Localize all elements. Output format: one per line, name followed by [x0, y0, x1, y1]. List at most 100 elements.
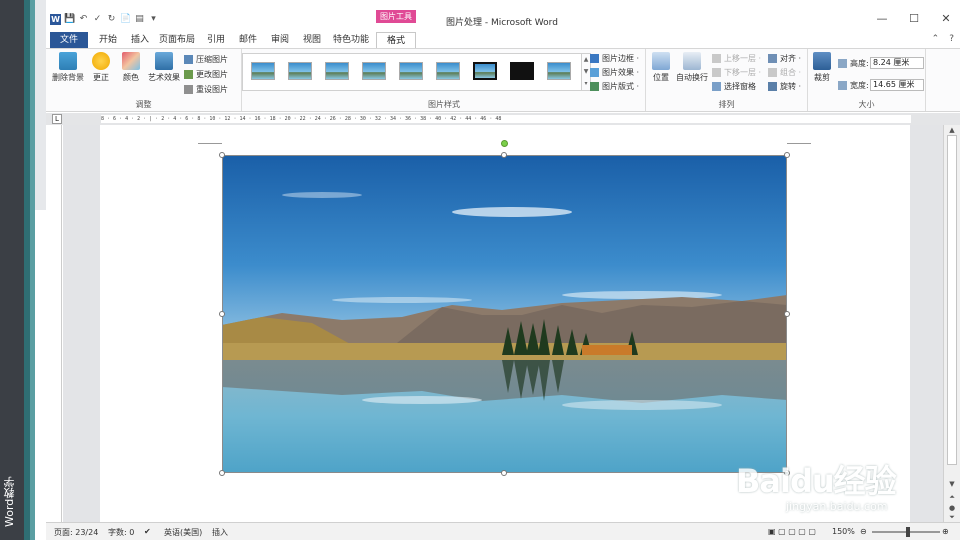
resize-handle-bottom-left[interactable]	[219, 470, 225, 476]
tab-special-features[interactable]: 特色功能	[330, 32, 372, 48]
height-field[interactable]: 8.24 厘米	[870, 57, 924, 69]
group-objects-button[interactable]: 组合 ·	[768, 67, 801, 78]
picture-effects-button[interactable]: 图片效果 ·	[590, 67, 639, 78]
tab-format[interactable]: 格式	[376, 32, 416, 48]
scroll-thumb[interactable]	[947, 135, 957, 465]
tab-insert[interactable]: 插入	[126, 32, 154, 48]
new-document-icon[interactable]: 📄	[120, 14, 131, 25]
picture-layout-icon	[590, 82, 599, 91]
style-thumbnail[interactable]	[251, 62, 275, 80]
tab-review[interactable]: 审阅	[266, 32, 294, 48]
resize-handle-top-right[interactable]	[784, 152, 790, 158]
save-icon[interactable]: 💾	[64, 14, 75, 25]
margin-mark	[198, 143, 222, 144]
vertical-scrollbar[interactable]: ▲ ▼ ⏶ ● ⏷	[943, 125, 960, 522]
style-thumbnail[interactable]	[547, 62, 571, 80]
word-count[interactable]: 字数: 0	[108, 527, 134, 538]
bring-forward-button[interactable]: 上移一层 ·	[712, 53, 761, 64]
send-backward-icon	[712, 68, 721, 77]
undo-icon[interactable]: ↶	[78, 14, 89, 25]
zoom-in-icon[interactable]: ⊕	[942, 527, 949, 536]
maximize-icon[interactable]: ☐	[906, 12, 922, 26]
rotate-button[interactable]: 旋转 ·	[768, 81, 801, 92]
position-icon	[652, 52, 670, 70]
tab-view[interactable]: 视图	[298, 32, 326, 48]
baidu-watermark-url: jingyan.baidu.com	[786, 500, 888, 513]
style-thumbnail[interactable]	[473, 62, 497, 80]
minimize-icon[interactable]: —	[874, 12, 890, 26]
compress-pictures-button[interactable]: 压缩图片	[184, 54, 228, 65]
color-button[interactable]: 颜色	[116, 52, 146, 83]
tab-file[interactable]: 文件	[50, 32, 88, 48]
insert-mode[interactable]: 插入	[212, 527, 228, 538]
rotate-handle[interactable]	[501, 140, 508, 147]
page-indicator[interactable]: 页面: 23/24	[54, 527, 98, 538]
previous-page-icon[interactable]: ⏶	[947, 493, 957, 502]
change-picture-button[interactable]: 更改图片	[184, 69, 228, 80]
proofing-icon[interactable]: ✔	[144, 527, 151, 536]
word-app-icon[interactable]: W	[50, 14, 61, 25]
style-thumbnail[interactable]	[510, 62, 534, 80]
style-thumbnail[interactable]	[399, 62, 423, 80]
remove-background-button[interactable]: 删除背景	[50, 52, 86, 83]
tab-references[interactable]: 引用	[202, 32, 230, 48]
status-bar: 页面: 23/24 字数: 0 ✔ 英语(美国) 插入 ▣ ▢ ▢ ▢ ▢ 15…	[46, 522, 960, 540]
tab-home[interactable]: 开始	[94, 32, 122, 48]
selection-pane-button[interactable]: 选择窗格	[712, 81, 756, 92]
artistic-effects-button[interactable]: 艺术效果	[146, 52, 182, 83]
crop-button[interactable]: 裁剪	[810, 52, 834, 83]
resize-handle-right[interactable]	[784, 311, 790, 317]
wrap-text-button[interactable]: 自动换行	[674, 52, 710, 83]
sidebar-label: Word教学	[3, 476, 16, 528]
zoom-slider-knob[interactable]	[906, 527, 910, 537]
language-indicator[interactable]: 英语(美国)	[164, 527, 202, 538]
send-backward-button[interactable]: 下移一层 ·	[712, 67, 761, 78]
picture-effects-icon	[590, 68, 599, 77]
align-icon	[768, 54, 777, 63]
style-thumbnail[interactable]	[436, 62, 460, 80]
corrections-button[interactable]: 更正	[86, 52, 116, 83]
browse-object-icon[interactable]: ●	[947, 504, 957, 512]
view-buttons[interactable]: ▣ ▢ ▢ ▢ ▢	[768, 527, 816, 536]
picture-tools-context-label: 图片工具	[376, 10, 416, 23]
color-icon	[122, 52, 140, 70]
zoom-out-icon[interactable]: ⊖	[860, 527, 867, 536]
collapse-ribbon-icon[interactable]: ⌃	[932, 34, 940, 44]
group-size: 裁剪 高度: 8.24 厘米 宽度: 14.65 厘米 大小	[808, 49, 926, 111]
ruler-scale: 8 · 6 · 4 · 2 · | · 2 · 4 · 6 · 8 · 10 ·…	[101, 115, 911, 123]
ribbon: 删除背景 更正 颜色 艺术效果 压缩图片 更改图片 重设图片 调整 ▲ ▼ ▾ …	[46, 48, 960, 112]
picture-styles-gallery[interactable]	[242, 53, 582, 91]
redo-icon[interactable]: ↻	[106, 14, 117, 25]
style-thumbnail[interactable]	[288, 62, 312, 80]
resize-handle-left[interactable]	[219, 311, 225, 317]
tab-page-layout[interactable]: 页面布局	[158, 32, 196, 48]
resize-handle-top-left[interactable]	[219, 152, 225, 158]
picture-border-button[interactable]: 图片边框 ·	[590, 53, 639, 64]
group-arrange: 位置 自动换行 上移一层 · 下移一层 · 选择窗格 对齐 · 组合 · 旋转 …	[646, 49, 808, 111]
next-page-icon[interactable]: ⏷	[947, 513, 957, 522]
scroll-up-icon[interactable]: ▲	[947, 126, 957, 134]
customize-qat-chevron-icon[interactable]: ▾	[148, 14, 159, 25]
group-label-adjust: 调整	[135, 100, 152, 109]
lake-landscape-picture[interactable]	[222, 155, 787, 473]
style-thumbnail[interactable]	[325, 62, 349, 80]
artistic-effects-icon	[155, 52, 173, 70]
check-icon[interactable]: ✓	[92, 14, 103, 25]
scroll-down-icon[interactable]: ▼	[947, 480, 957, 488]
position-button[interactable]: 位置	[648, 52, 674, 83]
align-button[interactable]: 对齐 ·	[768, 53, 801, 64]
tab-selector-icon[interactable]: L	[52, 114, 62, 124]
tab-mailings[interactable]: 邮件	[234, 32, 262, 48]
reset-picture-button[interactable]: 重设图片	[184, 84, 228, 95]
width-field[interactable]: 14.65 厘米	[870, 79, 924, 91]
resize-handle-bottom[interactable]	[501, 470, 507, 476]
band-dark-strip	[0, 0, 24, 540]
style-thumbnail[interactable]	[362, 62, 386, 80]
picture-layout-button[interactable]: 图片版式 ·	[590, 81, 639, 92]
zoom-level[interactable]: 150%	[832, 527, 855, 536]
resize-handle-top[interactable]	[501, 152, 507, 158]
help-icon[interactable]: ?	[949, 34, 954, 44]
table-icon[interactable]: ▤	[134, 14, 145, 25]
close-icon[interactable]: ✕	[938, 12, 954, 26]
bring-forward-icon	[712, 54, 721, 63]
